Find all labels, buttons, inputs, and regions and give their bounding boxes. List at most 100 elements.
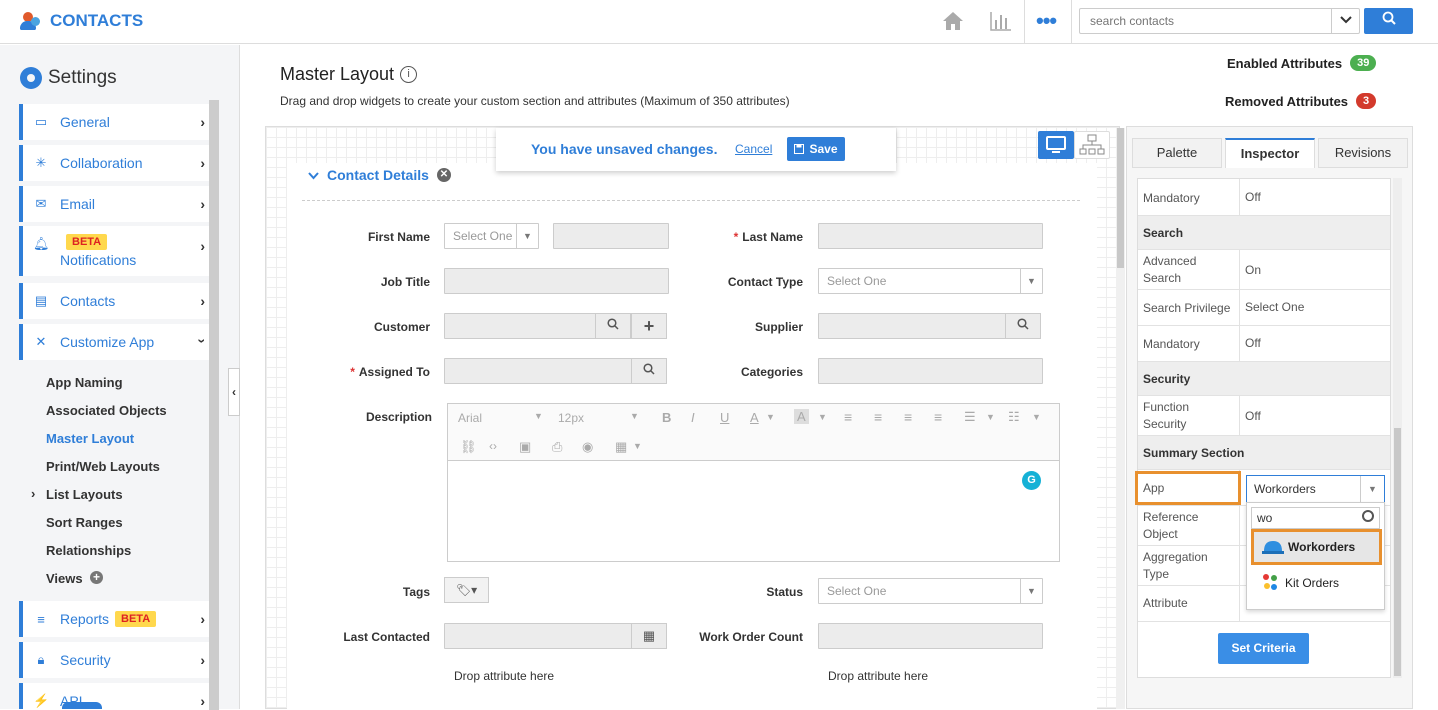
numbered-list-icon[interactable]: ☷ xyxy=(1008,409,1020,425)
sidebar-item-api[interactable]: ⚡ API › xyxy=(19,683,209,709)
app-row-highlight xyxy=(1135,471,1241,505)
sidebar-item-general[interactable]: ▭ General › xyxy=(19,104,209,140)
add-view-icon[interactable]: + xyxy=(90,571,103,584)
enabled-attributes[interactable]: Enabled Attributes 39 xyxy=(1227,55,1377,71)
sub-item-master-layout[interactable]: Master Layout xyxy=(46,431,134,446)
chevron-right-icon[interactable]: › xyxy=(31,486,35,501)
collapse-sidebar-handle[interactable]: ‹ xyxy=(228,368,240,416)
section-title[interactable]: Contact Details ✕ xyxy=(308,167,451,183)
description-editor[interactable]: Arial ▼ 12px ▼ B I U A ▼ A ▼ ≡ ≡ ≡ ≡ ☰ ▼… xyxy=(447,403,1060,562)
app-select[interactable]: Workorders ▼ xyxy=(1246,475,1385,503)
sidebar-item-contacts[interactable]: ▤ Contacts › xyxy=(19,283,209,319)
highlight-color-icon[interactable]: A xyxy=(794,409,809,424)
sidebar-item-collaboration[interactable]: ✳ Collaboration › xyxy=(19,145,209,181)
sidebar-item-notifications[interactable]: 🔔︎ BETA Notifications › xyxy=(19,226,209,276)
customer-add-button[interactable]: + xyxy=(631,313,667,339)
sidebar-item-email[interactable]: ✉ Email › xyxy=(19,186,209,222)
removed-attributes[interactable]: Removed Attributes 3 xyxy=(1225,93,1377,109)
table-icon[interactable]: ▦ xyxy=(615,439,627,455)
align-center-icon[interactable]: ≡ xyxy=(874,409,882,425)
sub-item-list-layouts[interactable]: List Layouts xyxy=(46,487,123,502)
search-button[interactable] xyxy=(1364,8,1413,34)
calendar-button[interactable]: ▦ xyxy=(631,623,667,649)
supplier-search-button[interactable] xyxy=(1005,313,1041,339)
drop-zone-left[interactable]: Drop attribute here xyxy=(454,669,554,683)
mandatory-row[interactable]: Mandatory Off xyxy=(1138,179,1390,216)
tags-button[interactable]: 🏷︎▾ xyxy=(444,577,489,603)
bullet-list-icon[interactable]: ☰ xyxy=(964,409,976,425)
inspector-scrollbar[interactable] xyxy=(1393,178,1402,678)
chevron-down-icon: ▼ xyxy=(534,411,543,421)
monitor-icon: ▭ xyxy=(34,114,48,129)
align-left-icon[interactable]: ≡ xyxy=(844,409,852,425)
tab-palette[interactable]: Palette xyxy=(1132,138,1222,168)
last-name-field[interactable] xyxy=(818,223,1043,249)
more-dots-icon[interactable]: ••• xyxy=(1036,10,1057,32)
customer-search-button[interactable] xyxy=(595,313,631,339)
canvas-scrollbar[interactable] xyxy=(1116,128,1125,709)
first-name-prefix-select[interactable]: Select One ▼ xyxy=(444,223,539,249)
underline-icon[interactable]: U xyxy=(720,410,729,425)
align-right-icon[interactable]: ≡ xyxy=(904,409,912,425)
sub-item-associated-objects[interactable]: Associated Objects xyxy=(46,403,167,418)
sidebar-item-security[interactable]: 🔒︎ Security › xyxy=(19,642,209,678)
font-color-icon[interactable]: A xyxy=(750,410,759,425)
tab-revisions[interactable]: Revisions xyxy=(1318,138,1408,168)
sub-item-print-web-layouts[interactable]: Print/Web Layouts xyxy=(46,459,160,474)
set-criteria-button[interactable]: Set Criteria xyxy=(1218,633,1309,664)
unsaved-message: You have unsaved changes. xyxy=(531,141,718,157)
home-icon[interactable] xyxy=(940,10,966,34)
dropdown-option-kit-orders[interactable]: Kit Orders xyxy=(1251,568,1382,598)
dropdown-search-input[interactable]: wo xyxy=(1251,507,1380,529)
dropdown-option-workorders[interactable]: Workorders xyxy=(1251,529,1382,565)
sidebar-scrollbar[interactable] xyxy=(209,100,219,710)
search-privilege-row[interactable]: Search Privilege Select One xyxy=(1138,290,1390,326)
print-icon[interactable]: ⎙ xyxy=(552,439,562,455)
code-icon[interactable]: ‹› xyxy=(489,439,497,453)
sidebar-item-customize-app[interactable]: ✕ Customize App › xyxy=(19,324,211,360)
sub-item-views[interactable]: Views xyxy=(46,571,83,586)
sub-item-relationships[interactable]: Relationships xyxy=(46,543,131,558)
last-contacted-field[interactable] xyxy=(444,623,632,649)
drop-zone-right[interactable]: Drop attribute here xyxy=(828,669,928,683)
grammarly-icon[interactable]: G xyxy=(1022,471,1041,490)
assigned-to-field[interactable] xyxy=(444,358,632,384)
job-title-field[interactable] xyxy=(444,268,669,294)
work-order-count-field[interactable] xyxy=(818,623,1043,649)
function-security-row[interactable]: Function Security Off xyxy=(1138,396,1390,436)
italic-icon[interactable]: I xyxy=(691,410,695,425)
sidebar-item-reports[interactable]: ≡ Reports BETA › xyxy=(19,601,209,637)
advanced-search-row[interactable]: Advanced Search On xyxy=(1138,250,1390,290)
categories-field[interactable] xyxy=(818,358,1043,384)
desktop-view-button[interactable] xyxy=(1038,131,1074,159)
assigned-to-search-button[interactable] xyxy=(631,358,667,384)
justify-icon[interactable]: ≡ xyxy=(934,409,942,425)
app-brand[interactable]: CONTACTS xyxy=(20,10,143,32)
remove-section-icon[interactable]: ✕ xyxy=(436,168,451,182)
search-input[interactable] xyxy=(1080,9,1332,33)
bold-icon[interactable]: B xyxy=(662,410,671,425)
first-name-field[interactable] xyxy=(553,223,669,249)
supplier-field[interactable] xyxy=(818,313,1006,339)
cancel-link[interactable]: Cancel xyxy=(735,142,772,156)
tab-inspector[interactable]: Inspector xyxy=(1225,138,1315,168)
font-size-select[interactable]: 12px xyxy=(558,411,584,425)
link-icon[interactable]: ⛓ xyxy=(460,439,477,455)
sub-item-app-naming[interactable]: App Naming xyxy=(46,375,123,390)
image-icon[interactable]: ▣ xyxy=(519,439,531,455)
contact-type-select[interactable]: Select One ▼ xyxy=(818,268,1043,294)
search-dropdown-caret[interactable] xyxy=(1331,9,1359,33)
chevron-down-icon[interactable] xyxy=(308,167,319,183)
preview-eye-icon[interactable]: ◉ xyxy=(582,439,593,455)
info-icon[interactable]: i xyxy=(400,66,418,83)
status-select[interactable]: Select One ▼ xyxy=(818,578,1043,604)
font-family-select[interactable]: Arial xyxy=(458,411,482,425)
save-button[interactable]: Save xyxy=(787,137,845,161)
customer-field[interactable] xyxy=(444,313,596,339)
chevron-right-icon: › xyxy=(200,293,205,309)
hierarchy-view-button[interactable] xyxy=(1074,131,1110,159)
bar-chart-icon[interactable] xyxy=(988,10,1014,34)
mandatory-row[interactable]: Mandatory Off xyxy=(1138,326,1390,362)
help-tab[interactable] xyxy=(62,702,102,709)
sub-item-sort-ranges[interactable]: Sort Ranges xyxy=(46,515,123,530)
